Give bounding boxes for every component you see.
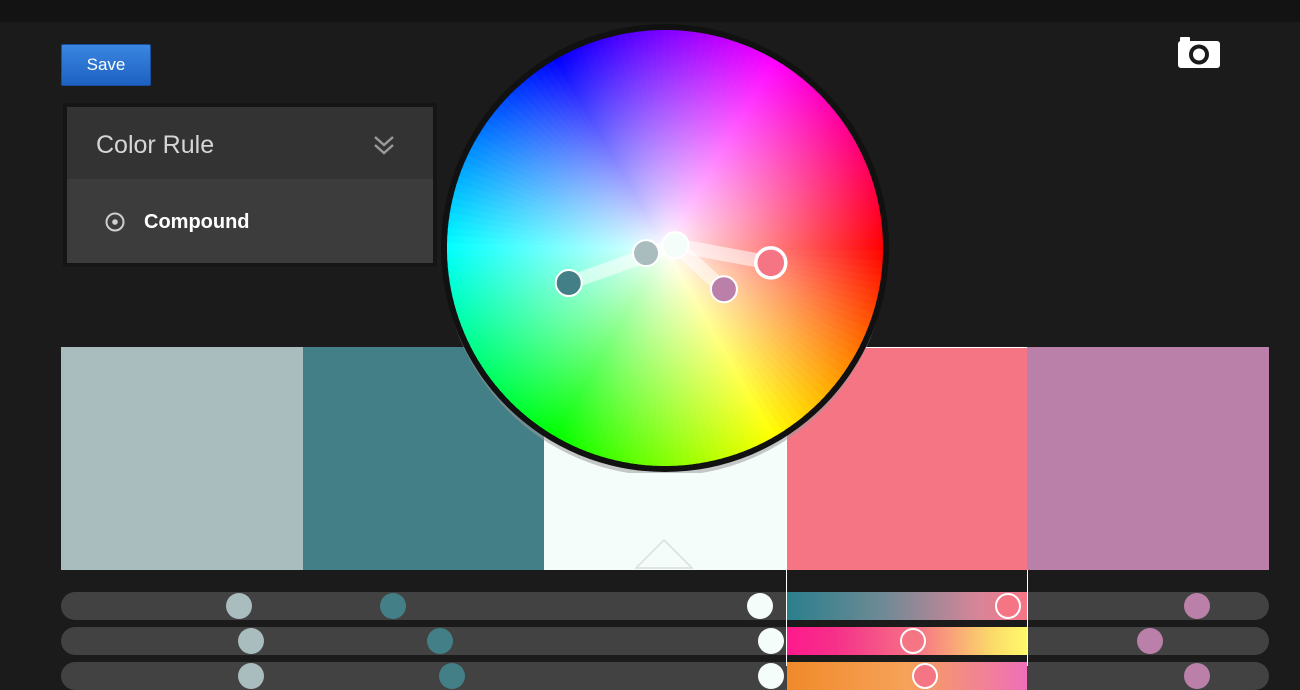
slider-knob[interactable] — [758, 663, 785, 689]
radio-selected-icon[interactable] — [105, 212, 125, 232]
slider-knob[interactable] — [746, 593, 773, 619]
wheel-handle-base[interactable] — [661, 231, 690, 260]
color-swatch[interactable] — [61, 347, 304, 570]
slider-knob[interactable] — [226, 593, 253, 619]
slider-gradient-segment — [787, 592, 1027, 620]
slider-gradient-segment — [787, 662, 1027, 690]
slider-knob[interactable] — [758, 628, 785, 654]
slider-knob[interactable] — [439, 663, 466, 689]
brightness-slider[interactable] — [61, 662, 1269, 690]
color-swatch[interactable] — [1027, 347, 1270, 570]
wheel-handle-light-gray[interactable] — [632, 239, 661, 268]
slider-knob[interactable] — [238, 628, 265, 654]
slider-knob[interactable] — [380, 593, 407, 619]
saturation-slider[interactable] — [61, 627, 1269, 655]
slider-knob[interactable] — [238, 663, 265, 689]
wheel-handle-mauve[interactable] — [709, 275, 738, 304]
slider-knob[interactable] — [994, 593, 1021, 619]
camera-icon[interactable] — [1176, 36, 1222, 70]
hue-slider[interactable] — [61, 592, 1269, 620]
color-rule-option-label: Compound — [144, 211, 250, 233]
base-color-indicator-icon — [634, 538, 694, 570]
top-bar — [0, 0, 1300, 22]
color-rule-panel: Color Rule Compound — [63, 103, 437, 267]
slider-knob[interactable] — [1183, 663, 1210, 689]
slider-knob[interactable] — [912, 663, 939, 689]
color-rule-title: Color Rule — [96, 131, 215, 159]
color-rule-option-compound[interactable]: Compound — [67, 179, 433, 263]
color-wheel[interactable] — [440, 23, 890, 476]
slider-knob[interactable] — [1136, 628, 1163, 654]
double-chevron-down-icon — [372, 133, 396, 157]
wheel-handle-pink[interactable] — [754, 246, 788, 280]
slider-knob[interactable] — [1183, 593, 1210, 619]
color-rule-header[interactable]: Color Rule — [67, 107, 433, 179]
save-button[interactable]: Save — [61, 44, 151, 86]
wheel-handle-teal[interactable] — [554, 269, 583, 298]
slider-knob[interactable] — [427, 628, 454, 654]
